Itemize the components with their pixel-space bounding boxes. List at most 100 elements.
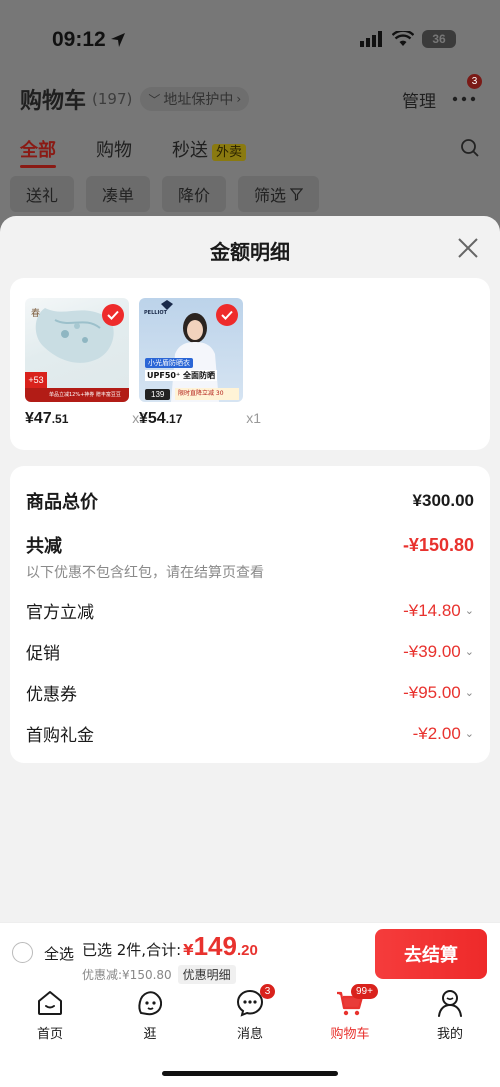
- tab-cart[interactable]: 99+ 购物车: [300, 984, 400, 1042]
- tab-messages-label: 消息: [236, 1027, 263, 1042]
- total-price-row: 商品总价 ¥300.00: [26, 488, 474, 514]
- discount-amount-text: 优惠减:¥150.80: [82, 968, 172, 982]
- coupon-amount: -¥95.00: [403, 682, 461, 702]
- tab-instant-delivery[interactable]: 秒送 外卖: [172, 136, 247, 162]
- time-text: 09:12: [52, 28, 106, 51]
- selected-check-icon[interactable]: [102, 304, 124, 326]
- chevron-down-icon: ⌄: [464, 605, 474, 617]
- chevron-down-icon: ⌄: [464, 687, 474, 699]
- tab-cart-label: 购物车: [330, 1027, 370, 1042]
- wifi-icon: [392, 31, 414, 46]
- discount-item-row[interactable]: 促销 -¥39.00 ⌄: [26, 639, 474, 665]
- more-badge: 3: [467, 74, 482, 89]
- tab-profile-label: 我的: [436, 1027, 463, 1042]
- svg-text:春: 春: [31, 307, 40, 319]
- message-icon-wrap: 3: [235, 984, 275, 1018]
- waimai-tag: 外卖: [212, 144, 247, 161]
- search-icon[interactable]: [460, 138, 480, 158]
- total-currency: ¥: [183, 941, 194, 959]
- select-all-radio[interactable]: [12, 942, 33, 963]
- home-indicator: [162, 1071, 338, 1076]
- discount-total-label: 共减: [26, 536, 62, 557]
- promotion-amount: -¥39.00: [403, 641, 461, 661]
- product-item[interactable]: PELLIOT 小光盾防晒衣 UPF50⁺ 全面防晒 139 限时直降立减 30…: [139, 298, 261, 428]
- cart-icon-wrap: 99+: [335, 984, 378, 1018]
- signal-icon: [360, 31, 382, 47]
- product-image-scarf: 春 +53 单品立减12%+神券 赠丰富豆豆: [25, 298, 129, 402]
- discount-item-row[interactable]: 官方立减 -¥14.80 ⌄: [26, 598, 474, 624]
- tab-browse-label: 逛: [143, 1027, 157, 1042]
- selected-check-icon[interactable]: [216, 304, 238, 326]
- messages-badge: 3: [260, 984, 275, 999]
- first-purchase-gift-amount: -¥2.00: [412, 723, 461, 743]
- chip-price-drop[interactable]: 降价: [162, 176, 227, 212]
- manage-button[interactable]: 管理: [402, 87, 436, 112]
- product-qty: x1: [246, 410, 261, 426]
- price-dec: .17: [165, 412, 183, 426]
- chip-gift[interactable]: 送礼: [10, 176, 75, 212]
- home-icon: [38, 991, 62, 1015]
- browse-icon: [138, 991, 163, 1016]
- product-tag-1: 小光盾防晒衣: [145, 358, 193, 368]
- product-price: ¥47.51: [25, 410, 68, 428]
- chevron-down-icon: ⌄: [464, 728, 474, 740]
- total-amount-dec: .20: [236, 942, 258, 959]
- discount-total-row: 共减 -¥150.80: [26, 532, 474, 558]
- profile-icon: [438, 990, 462, 1017]
- product-price-row: ¥54.17 x1: [139, 410, 261, 428]
- filter-chips: 送礼 凑单 降价 筛选: [10, 176, 320, 212]
- battery-icon: 36: [422, 30, 456, 48]
- tab-all[interactable]: 全部: [20, 136, 56, 168]
- more-button[interactable]: 3: [452, 74, 482, 107]
- discount-item-row[interactable]: 首购礼金 -¥2.00 ⌄: [26, 721, 474, 747]
- discount-line: 优惠减:¥150.80 优惠明细: [82, 965, 236, 984]
- order-summary: 已选 2件,合计: ¥ 149 .20: [82, 931, 258, 962]
- checkout-button[interactable]: 去结算: [375, 929, 487, 979]
- discount-item-row[interactable]: 优惠券 -¥95.00 ⌄: [26, 680, 474, 706]
- promotion-label: 促销: [26, 644, 60, 664]
- chip-bundle[interactable]: 凑单: [86, 176, 151, 212]
- official-discount-amount: -¥14.80: [403, 600, 461, 620]
- background-page: 09:12 36 购物车 (197) ﹀ 地址保护中 › 管理 3 全部 购物 …: [0, 0, 500, 240]
- product-price-tag: +53: [25, 372, 47, 388]
- product-promo-banner: 限时直降立减 30: [175, 388, 239, 400]
- selected-count-text: 已选 2件,合计:: [82, 941, 182, 959]
- product-image-sunshirt: PELLIOT 小光盾防晒衣 UPF50⁺ 全面防晒 139 限时直降立减 30: [139, 298, 243, 402]
- filter-icon: [290, 187, 304, 201]
- price-int: ¥54: [139, 410, 166, 427]
- tab-shopping[interactable]: 购物: [96, 136, 132, 162]
- discount-total-value: -¥150.80: [402, 534, 474, 555]
- tab-browse[interactable]: 逛: [100, 988, 200, 1042]
- product-img-price: 139: [145, 389, 171, 400]
- product-price: ¥54.17: [139, 410, 182, 428]
- chip-filter[interactable]: 筛选: [238, 176, 320, 212]
- tab-profile[interactable]: 我的: [400, 988, 500, 1042]
- address-protection-label: 地址保护中: [163, 92, 234, 108]
- select-all-label[interactable]: 全选: [44, 943, 74, 964]
- chevron-down-icon: ⌄: [464, 646, 474, 658]
- discount-detail-button[interactable]: 优惠明细: [177, 965, 236, 984]
- close-icon[interactable]: [456, 236, 480, 260]
- address-protection-pill[interactable]: ﹀ 地址保护中 ›: [140, 87, 250, 111]
- product-price-row: ¥47.51 x2: [25, 410, 147, 428]
- official-discount-label: 官方立减: [26, 603, 94, 623]
- total-price-value: ¥300.00: [412, 491, 474, 510]
- tab-messages[interactable]: 3 消息: [200, 984, 300, 1042]
- total-amount-int: 149: [193, 931, 237, 961]
- sheet-title: 金额明细: [210, 240, 290, 264]
- official-discount-value: -¥14.80 ⌄: [403, 601, 474, 621]
- price-dec: .51: [51, 412, 69, 426]
- first-purchase-gift-value: -¥2.00 ⌄: [413, 724, 474, 744]
- location-arrow-icon: [110, 33, 125, 47]
- status-right: 36: [360, 30, 456, 48]
- tab-instant-delivery-label: 秒送: [172, 140, 208, 161]
- product-item[interactable]: 春 +53 单品立减12%+神券 赠丰富豆豆 ¥47.51 x2: [25, 298, 147, 428]
- product-promo-banner: 单品立减12%+神券 赠丰富豆豆: [25, 388, 129, 402]
- tab-home[interactable]: 首页: [0, 988, 100, 1042]
- coupon-label: 优惠券: [26, 685, 77, 705]
- more-icon: [452, 96, 476, 102]
- products-card: 春 +53 单品立减12%+神券 赠丰富豆豆 ¥47.51 x2 PELLIOT…: [10, 278, 490, 450]
- coupon-value: -¥95.00 ⌄: [403, 683, 474, 703]
- page-title: 购物车: [20, 89, 87, 114]
- checkout-bar: 全选 已选 2件,合计: ¥ 149 .20 优惠减:¥150.80 优惠明细 …: [0, 922, 500, 984]
